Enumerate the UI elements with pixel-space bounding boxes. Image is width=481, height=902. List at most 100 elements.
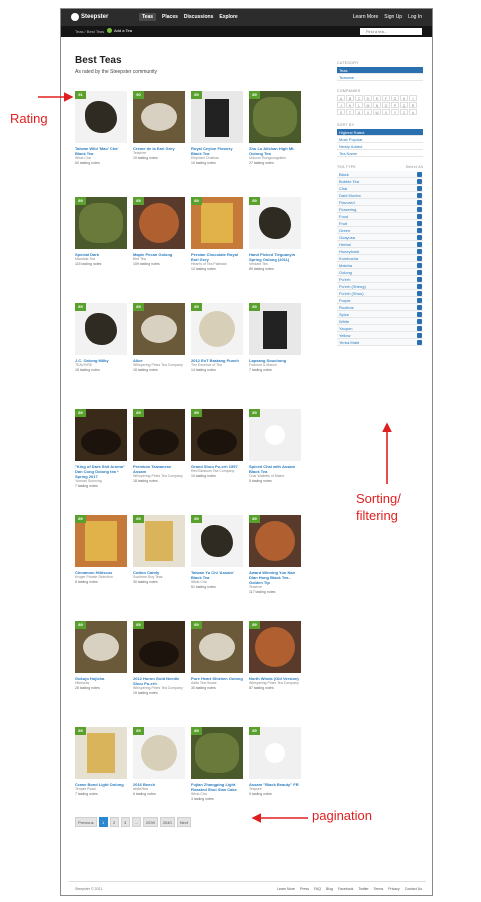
tea-thumbnail[interactable]: 89 xyxy=(75,303,127,355)
checkbox-checked-icon[interactable] xyxy=(417,248,422,254)
tea-thumbnail[interactable]: 89 xyxy=(249,515,301,567)
company-letter[interactable]: E xyxy=(373,95,381,101)
tea-thumbnail[interactable]: 89 xyxy=(75,409,127,461)
checkbox-checked-icon[interactable] xyxy=(417,227,422,233)
tea-thumbnail[interactable]: 91 xyxy=(75,91,127,143)
checkbox-checked-icon[interactable] xyxy=(417,185,422,191)
tea-card[interactable]: 89 Premium Taiwanese Assam Whispering Pine… xyxy=(133,409,185,489)
category-item[interactable]: Teaware xyxy=(337,74,423,81)
tea-name-link[interactable]: Premium Taiwanese Assam xyxy=(133,464,185,474)
checkbox-checked-icon[interactable] xyxy=(417,339,422,345)
checkbox-checked-icon[interactable] xyxy=(417,269,422,275)
tea-type-option[interactable]: Green xyxy=(337,227,423,234)
log-in-link[interactable]: Log In xyxy=(408,14,422,20)
company-letter[interactable]: Q xyxy=(400,102,408,108)
tea-type-option[interactable]: Black xyxy=(337,171,423,178)
tea-name-link[interactable]: Zhu Lu Alishan High Mt. Oolong Tea xyxy=(249,146,301,156)
tea-card[interactable]: 89 Assam "Black Beauty" FR Teapure 9 tastin… xyxy=(249,727,301,802)
company-letter[interactable]: P xyxy=(391,102,399,108)
category-item[interactable]: Teas xyxy=(337,67,423,74)
tea-card[interactable]: 89 2012 EoT Bastang Punch The Essence of T… xyxy=(191,303,243,373)
tea-card[interactable]: 89 "King of Dark Shit Aroma" Dan Cong Ool… xyxy=(75,409,127,489)
checkbox-checked-icon[interactable] xyxy=(417,171,422,177)
tea-type-option[interactable]: Rooibos xyxy=(337,304,423,311)
tea-thumbnail[interactable]: 89 xyxy=(133,621,185,673)
tea-thumbnail[interactable]: 89 xyxy=(249,303,301,355)
tea-type-option[interactable]: Yellow xyxy=(337,332,423,339)
sign-up-link[interactable]: Sign Up xyxy=(384,14,402,20)
tea-card[interactable]: 89 2016 Beech white2tea 6 tasting notes xyxy=(133,727,185,802)
footer-link[interactable]: Twitter xyxy=(358,887,368,891)
checkbox-checked-icon[interactable] xyxy=(417,325,422,331)
company-letter[interactable]: L xyxy=(355,102,363,108)
breadcrumb[interactable]: Teas / Best Teas xyxy=(75,29,104,34)
tea-thumbnail[interactable]: 89 xyxy=(249,91,301,143)
tea-type-option[interactable]: Honeybush xyxy=(337,248,423,255)
tea-card[interactable]: 89 Cotton Candy Southern Boy Teas 30 tastin… xyxy=(133,515,185,595)
tea-thumbnail[interactable]: 89 xyxy=(75,621,127,673)
footer-link[interactable]: Facebook xyxy=(338,887,353,891)
tea-thumbnail[interactable]: 89 xyxy=(133,303,185,355)
sort-option[interactable]: Newly Added xyxy=(337,143,423,150)
tea-name-link[interactable]: Taiwan Wild 'Mao' Cha' Black Tea xyxy=(75,146,127,156)
checkbox-checked-icon[interactable] xyxy=(417,304,422,310)
tea-type-option[interactable]: Pu'erh (Shou) xyxy=(337,290,423,297)
tea-card[interactable]: 89 North Winds (Old Version) Whispering Pi… xyxy=(249,621,301,696)
page-number-button[interactable]: 1 xyxy=(98,817,108,827)
company-letter[interactable]: V xyxy=(364,109,372,115)
tea-thumbnail[interactable]: 89 xyxy=(75,197,127,249)
tea-type-option[interactable]: Pu'erh xyxy=(337,276,423,283)
tea-thumbnail[interactable]: 89 xyxy=(249,727,301,779)
footer-link[interactable]: Press xyxy=(300,887,309,891)
checkbox-checked-icon[interactable] xyxy=(417,241,422,247)
footer-link[interactable]: Contact Us xyxy=(405,887,422,891)
tea-card[interactable]: 89 Cinnamon Hibiscus Kroger Private Select… xyxy=(75,515,127,595)
tea-card[interactable]: 89 Grand Shou Pu-erh 1997 Red Blossom Tea … xyxy=(191,409,243,489)
checkbox-checked-icon[interactable] xyxy=(417,234,422,240)
tea-card[interactable]: 89 2012 Huron Gold Needle Shou Pu-erh Whis… xyxy=(133,621,185,696)
tea-thumbnail[interactable]: 89 xyxy=(191,303,243,355)
tea-type-option[interactable]: Kombucha xyxy=(337,255,423,262)
tea-thumbnail[interactable]: 89 xyxy=(191,409,243,461)
tea-type-option[interactable]: White xyxy=(337,318,423,325)
company-letter[interactable]: S xyxy=(337,109,345,115)
footer-link[interactable]: Terms xyxy=(374,887,384,891)
tea-type-option[interactable]: Matcha xyxy=(337,262,423,269)
next-page-button[interactable]: Next xyxy=(176,817,191,827)
select-all-link[interactable]: Select All xyxy=(406,165,423,169)
tea-type-option[interactable]: Fruit xyxy=(337,220,423,227)
tea-thumbnail[interactable]: 89 xyxy=(133,409,185,461)
checkbox-checked-icon[interactable] xyxy=(417,192,422,198)
company-letter[interactable]: B xyxy=(346,95,354,101)
tea-thumbnail[interactable]: 89 xyxy=(133,727,185,779)
previous-page-button[interactable]: Previous xyxy=(75,817,97,827)
company-letter[interactable]: H xyxy=(400,95,408,101)
tea-card[interactable]: 91 Taiwan Wild 'Mao' Cha' Black Tea What-C… xyxy=(75,91,127,166)
tea-type-option[interactable]: Purple xyxy=(337,297,423,304)
tea-thumbnail[interactable]: 89 xyxy=(133,197,185,249)
checkbox-checked-icon[interactable] xyxy=(417,206,422,212)
company-letter[interactable]: X xyxy=(382,109,390,115)
tea-name-link[interactable]: "King of Dark Shit Aroma" Dan Cong Oolon… xyxy=(75,464,127,479)
tea-card[interactable]: 89 Hand Picked Tieguanyin Spring Oolong (… xyxy=(249,197,301,272)
company-letter[interactable]: A xyxy=(337,95,345,101)
add-tea-button[interactable]: Add a Tea xyxy=(107,28,132,33)
page-number-button[interactable]: 3 xyxy=(120,817,130,827)
tea-card[interactable]: 89 Royal Ceylon Flowery Black Tea Elephant… xyxy=(191,91,243,166)
tea-card[interactable]: 89 J.C. Oolong Milky TEAVIVRE 18 tasting no… xyxy=(75,303,127,373)
company-letter[interactable]: O xyxy=(382,102,390,108)
tea-type-option[interactable]: Herbal xyxy=(337,241,423,248)
checkbox-checked-icon[interactable] xyxy=(417,220,422,226)
company-letter[interactable]: J xyxy=(337,102,345,108)
sort-option[interactable]: Highest Rated xyxy=(337,129,423,136)
checkbox-checked-icon[interactable] xyxy=(417,276,422,282)
tea-thumbnail[interactable]: 89 xyxy=(191,621,243,673)
company-letter[interactable]: # xyxy=(409,109,417,115)
sort-option[interactable]: Most Popular xyxy=(337,136,423,143)
nav-places[interactable]: Places xyxy=(162,14,178,21)
tea-card[interactable]: 89 Taiwan Yu Chi 'Assam' Black Tea What-Ch… xyxy=(191,515,243,595)
tea-type-option[interactable]: Oolong xyxy=(337,269,423,276)
company-letter[interactable]: R xyxy=(409,102,417,108)
nav-teas[interactable]: Teas xyxy=(139,13,157,21)
footer-link[interactable]: Blog xyxy=(326,887,333,891)
